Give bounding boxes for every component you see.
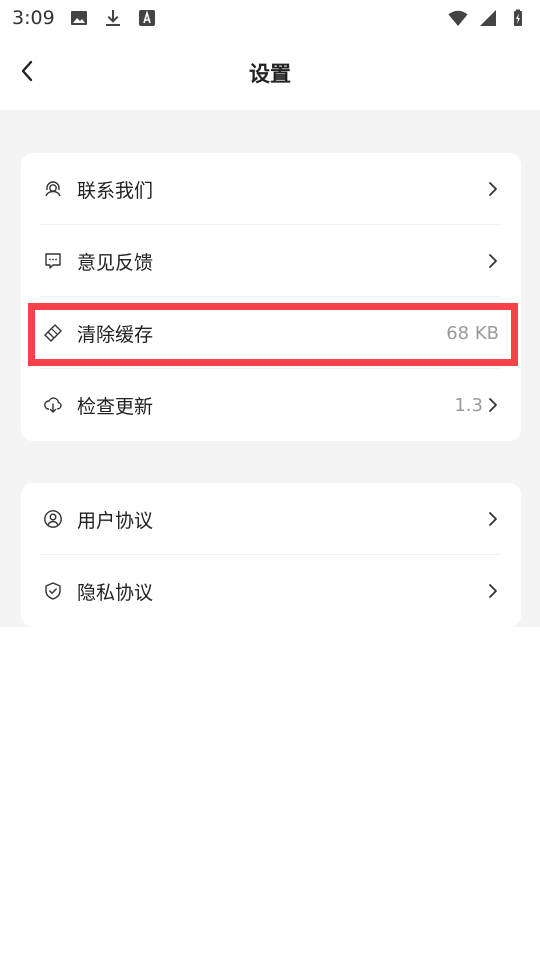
settings-card-2: 用户协议 隐私协议 [21, 483, 521, 627]
row-label: 用户协议 [77, 509, 154, 532]
chevron-right-icon [485, 253, 501, 269]
wifi-icon [448, 8, 468, 28]
row-check-update[interactable]: 检查更新 1.3 [21, 369, 521, 441]
row-privacy-policy[interactable]: 隐私协议 [21, 555, 521, 627]
row-feedback[interactable]: 意见反馈 [21, 225, 521, 297]
signal-icon [478, 8, 498, 28]
settings-card-1: 联系我们 意见反馈 清除缓存 68 KB 检查更新 1.3 [21, 153, 521, 441]
row-label: 联系我们 [77, 179, 154, 202]
row-contact-us[interactable]: 联系我们 [21, 153, 521, 225]
headset-icon [43, 179, 63, 199]
broom-icon [43, 323, 63, 343]
row-label: 清除缓存 [77, 323, 154, 346]
chevron-right-icon [485, 583, 501, 599]
page-title: 设置 [249, 62, 291, 86]
row-clear-cache[interactable]: 清除缓存 68 KB [21, 297, 521, 369]
settings-content: 联系我们 意见反馈 清除缓存 68 KB 检查更新 1.3 用户协议 隐私协议 [0, 110, 540, 627]
image-icon [69, 8, 89, 28]
chevron-right-icon [485, 181, 501, 197]
row-label: 隐私协议 [77, 581, 154, 604]
cloud-download-icon [43, 395, 63, 415]
status-bar: 3:09 [0, 0, 540, 36]
header-bar: 设置 [0, 36, 540, 110]
user-circle-icon [43, 509, 63, 529]
chevron-right-icon [485, 397, 501, 413]
version-value: 1.3 [454, 394, 483, 416]
cache-size-value: 68 KB [446, 322, 499, 344]
battery-charging-icon [508, 8, 528, 28]
a-box-icon [137, 8, 157, 28]
feedback-icon [43, 251, 63, 271]
status-left: 3:09 [12, 7, 157, 29]
status-time: 3:09 [12, 7, 55, 29]
row-label: 检查更新 [77, 395, 154, 418]
chevron-right-icon [485, 511, 501, 527]
row-label: 意见反馈 [77, 251, 154, 274]
shield-check-icon [43, 581, 63, 601]
status-right [448, 8, 528, 28]
row-user-agreement[interactable]: 用户协议 [21, 483, 521, 555]
download-icon [103, 8, 123, 28]
